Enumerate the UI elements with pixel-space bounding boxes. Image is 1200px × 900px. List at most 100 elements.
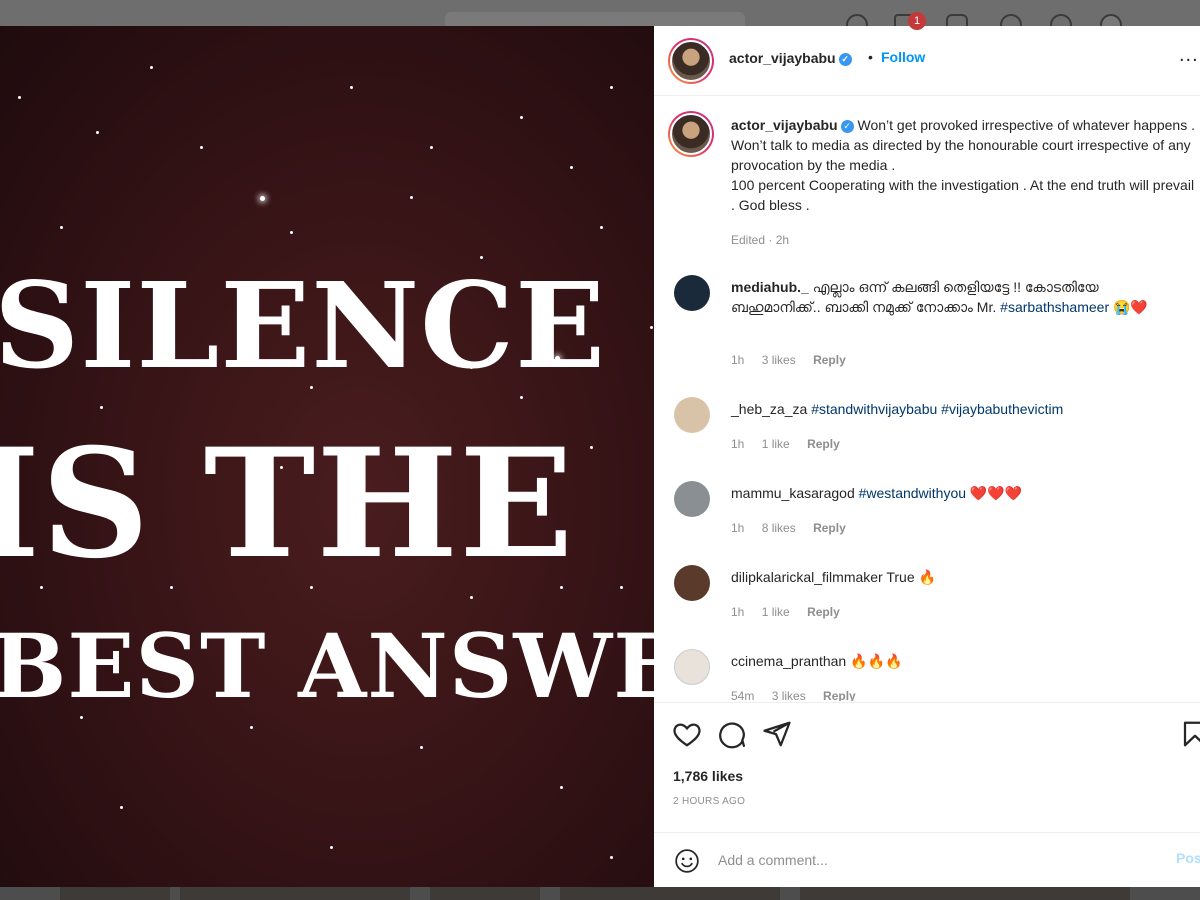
star <box>620 586 623 589</box>
star <box>610 86 613 89</box>
reply-button[interactable]: Reply <box>807 605 840 619</box>
comment-text: mammu_kasaragod #westandwithyou ❤️❤️❤️ <box>731 483 1191 503</box>
comment-meta: 1h 8 likes Reply <box>731 521 860 535</box>
comment-username[interactable]: dilipkalarickal_filmmaker <box>731 569 883 585</box>
share-icon[interactable] <box>762 719 792 749</box>
star <box>60 226 63 229</box>
comment-likes[interactable]: 8 likes <box>762 521 796 535</box>
bookmark-icon[interactable] <box>1180 719 1200 749</box>
comment-time[interactable]: 54m <box>731 689 754 701</box>
post-header: actor_vijaybabu ✓ • Follow ... <box>654 26 1200 96</box>
follow-button[interactable]: Follow <box>881 49 925 65</box>
comment-username[interactable]: mammu_kasaragod <box>731 485 855 501</box>
more-icon[interactable]: ... <box>1179 44 1199 67</box>
image-text-line-1: SILENCE <box>0 256 607 395</box>
comment-time[interactable]: 1h <box>731 353 744 367</box>
author-username[interactable]: actor_vijaybabu ✓ <box>729 50 852 66</box>
comments-list[interactable]: actor_vijaybabu ✓ Won’t get provoked irre… <box>654 97 1200 701</box>
star <box>610 856 613 859</box>
comment-emoji: 🔥 <box>918 569 936 585</box>
comment-likes[interactable]: 1 like <box>762 605 790 619</box>
star <box>430 146 433 149</box>
image-text-line-2: IS THE <box>0 416 575 592</box>
comment-avatar[interactable] <box>674 565 710 601</box>
comment-likes[interactable]: 3 likes <box>772 689 806 701</box>
star <box>200 146 203 149</box>
notification-badge: 1 <box>908 12 926 30</box>
star <box>260 196 265 201</box>
comment-hashtags[interactable]: #sarbathshameer <box>1000 299 1109 315</box>
star <box>600 226 603 229</box>
comment-likes[interactable]: 3 likes <box>762 353 796 367</box>
dimmed-topbar <box>0 0 1200 36</box>
dimmed-grid <box>0 887 1200 900</box>
comment-username[interactable]: _heb_za_za <box>731 401 807 417</box>
comment-text: mediahub._ എല്ലാം ഒന്ന് കലങ്ങി തെളിയട്ടേ… <box>731 277 1191 317</box>
star <box>330 846 333 849</box>
comment-hashtags[interactable]: #standwithvijaybabu #vijaybabuthevictim <box>811 401 1063 417</box>
verified-icon: ✓ <box>838 52 852 66</box>
add-comment-bar: Post <box>654 832 1200 887</box>
star <box>120 806 123 809</box>
emoji-icon[interactable] <box>674 848 700 874</box>
reply-button[interactable]: Reply <box>813 353 846 367</box>
comment-username[interactable]: ccinema_pranthan <box>731 653 846 669</box>
comment-time[interactable]: 1h <box>731 521 744 535</box>
comment-meta: 1h 3 likes Reply <box>731 353 860 367</box>
comment-likes[interactable]: 1 like <box>762 437 790 451</box>
comment-avatar[interactable] <box>674 481 710 517</box>
star <box>18 96 21 99</box>
comment-avatar[interactable] <box>674 397 710 433</box>
reply-button[interactable]: Reply <box>807 437 840 451</box>
comment-meta: 1h 1 like Reply <box>731 437 854 451</box>
comment-username[interactable]: mediahub._ <box>731 279 809 295</box>
comment-icon[interactable] <box>717 719 747 749</box>
comment-emoji: ❤️❤️❤️ <box>969 485 1023 501</box>
comment-emoji: 😭❤️ <box>1113 299 1148 315</box>
comment-time[interactable]: 1h <box>731 437 744 451</box>
author-username-text[interactable]: actor_vijaybabu <box>729 50 836 66</box>
star <box>96 131 99 134</box>
star <box>470 596 473 599</box>
verified-icon: ✓ <box>840 119 854 133</box>
post-comment-button[interactable]: Post <box>1176 850 1200 866</box>
reply-button[interactable]: Reply <box>823 689 856 701</box>
star <box>590 446 593 449</box>
comment-emoji: 🔥🔥🔥 <box>850 653 903 669</box>
star <box>420 746 423 749</box>
star <box>520 396 523 399</box>
likes-count[interactable]: 1,786 likes <box>673 768 743 784</box>
star <box>560 786 563 789</box>
star <box>570 166 573 169</box>
comment-avatar[interactable] <box>674 649 710 685</box>
post-image[interactable]: SILENCE IS THE BEST ANSWER <box>0 26 654 887</box>
caption-avatar[interactable] <box>668 111 714 157</box>
comment-input[interactable] <box>718 849 1158 871</box>
star <box>250 726 253 729</box>
star <box>650 326 653 329</box>
star <box>150 66 153 69</box>
separator-dot: • <box>868 49 873 65</box>
star <box>290 231 293 234</box>
comment-time[interactable]: 1h <box>731 605 744 619</box>
heart-icon[interactable] <box>672 719 702 749</box>
comment-hashtags[interactable]: #westandwithyou <box>859 485 966 501</box>
caption-username[interactable]: actor_vijaybabu <box>731 117 838 133</box>
post-detail-panel: actor_vijaybabu ✓ • Follow ... actor_vija… <box>654 26 1200 887</box>
author-avatar[interactable] <box>668 38 714 84</box>
comment-meta: 1h 1 like Reply <box>731 605 854 619</box>
comment-text: _heb_za_za #standwithvijaybabu #vijaybab… <box>731 399 1191 419</box>
image-text-line-3: BEST ANSWER <box>0 614 654 718</box>
post-actions: 1,786 likes 2 HOURS AGO <box>654 702 1200 832</box>
comment-text: dilipkalarickal_filmmaker True 🔥 <box>731 567 1191 587</box>
star <box>350 86 353 89</box>
star <box>100 406 103 409</box>
comment-avatar[interactable] <box>674 275 710 311</box>
star <box>410 196 413 199</box>
comment-text: ccinema_pranthan 🔥🔥🔥 <box>731 651 1191 671</box>
comment-body: True <box>886 569 915 585</box>
caption-text: actor_vijaybabu ✓ Won’t get provoked irre… <box>731 115 1195 215</box>
reply-button[interactable]: Reply <box>813 521 846 535</box>
post-time[interactable]: 2 HOURS AGO <box>673 796 745 807</box>
caption-meta: Edited · 2h <box>731 233 790 247</box>
